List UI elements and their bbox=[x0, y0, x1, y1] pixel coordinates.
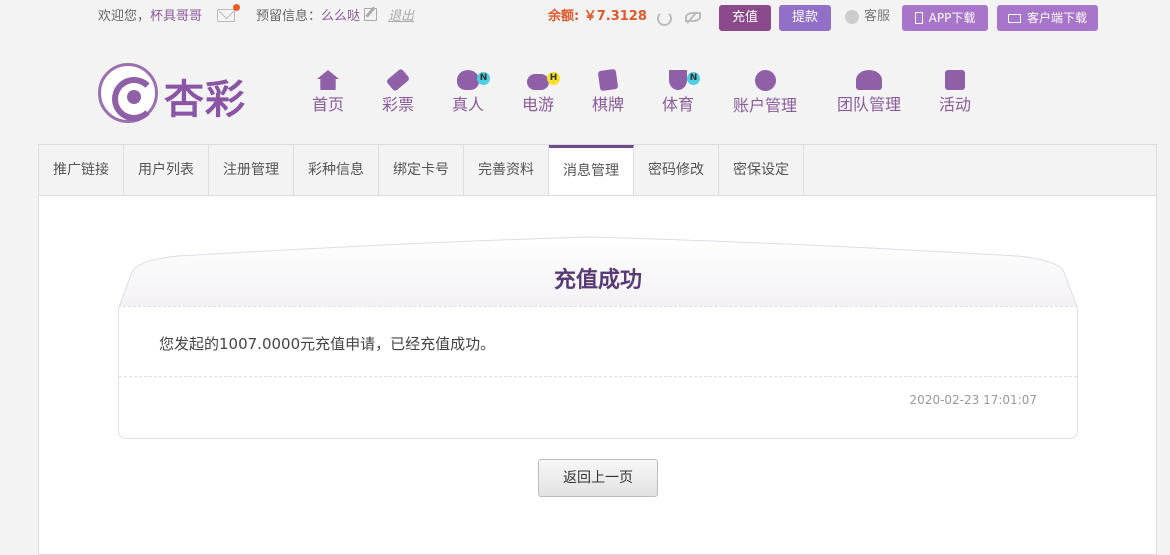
tab-security-question[interactable]: 密保设定 bbox=[719, 145, 804, 196]
nav-home[interactable]: 首页 bbox=[310, 70, 346, 115]
customer-service-icon bbox=[845, 10, 859, 24]
customer-service-link[interactable]: 客服 bbox=[864, 7, 890, 27]
desktop-icon bbox=[1007, 14, 1021, 23]
nav-chess[interactable]: 棋牌 bbox=[590, 68, 626, 115]
live-dealer-icon bbox=[457, 70, 479, 90]
site-logo[interactable]: 杏彩 bbox=[98, 63, 258, 125]
balance: 余额: ￥7.3128 bbox=[548, 9, 647, 24]
trophy-icon bbox=[669, 70, 687, 90]
message-card: 充值成功 您发起的1007.0000元充值申请，已经充值成功。 2020-02-… bbox=[118, 236, 1078, 439]
home-icon bbox=[317, 70, 339, 90]
yen-coin-icon bbox=[754, 70, 776, 91]
cards-icon bbox=[597, 68, 619, 92]
message-title: 充值成功 bbox=[553, 268, 642, 293]
reserved-info: 预留信息：么么哒 bbox=[256, 9, 361, 24]
new-badge: N bbox=[477, 72, 490, 85]
welcome-text: 欢迎您，杯具哥哥 bbox=[98, 9, 203, 24]
new-badge: N bbox=[687, 72, 700, 85]
logo-text: 杏彩 bbox=[164, 76, 246, 123]
logout-link[interactable]: 退出 bbox=[388, 7, 414, 27]
unread-dot bbox=[233, 4, 240, 11]
tab-promo-link[interactable]: 推广链接 bbox=[39, 145, 124, 196]
team-icon bbox=[856, 70, 882, 90]
nav-team[interactable]: 团队管理 bbox=[834, 70, 904, 115]
tab-password[interactable]: 密码修改 bbox=[634, 145, 719, 196]
app-download-button[interactable]: APP下载 bbox=[902, 5, 988, 31]
refresh-icon[interactable] bbox=[657, 11, 672, 26]
client-download-button[interactable]: 客户端下载 bbox=[997, 5, 1098, 31]
tab-messages[interactable]: 消息管理 bbox=[549, 145, 634, 197]
logo-emblem bbox=[98, 63, 158, 123]
phone-icon bbox=[914, 12, 923, 24]
divider bbox=[119, 376, 1077, 377]
recharge-button[interactable]: 充值 bbox=[719, 5, 771, 31]
tab-profile[interactable]: 完善资料 bbox=[464, 145, 549, 196]
message-timestamp: 2020-02-23 17:01:07 bbox=[909, 393, 1037, 407]
reserved-value: 么么哒 bbox=[321, 9, 361, 24]
message-body: 您发起的1007.0000元充值申请，已经充值成功。 2020-02-23 17… bbox=[118, 306, 1078, 439]
mail-icon[interactable] bbox=[217, 9, 235, 22]
account-tab-bar: 推广链接 用户列表 注册管理 彩种信息 绑定卡号 完善资料 消息管理 密码修改 … bbox=[38, 144, 1157, 197]
lottery-ticket-icon bbox=[385, 68, 411, 92]
hide-balance-icon[interactable] bbox=[685, 12, 701, 22]
back-button[interactable]: 返回上一页 bbox=[538, 459, 658, 497]
balance-value: ￥7.3128 bbox=[583, 9, 647, 24]
tab-registration[interactable]: 注册管理 bbox=[209, 145, 294, 196]
withdraw-button[interactable]: 提款 bbox=[779, 5, 831, 31]
nav-lottery[interactable]: 彩票 bbox=[380, 68, 416, 115]
hot-badge: H bbox=[547, 72, 560, 85]
nav-promotions[interactable]: 活动 bbox=[937, 70, 973, 115]
tab-lottery-info[interactable]: 彩种信息 bbox=[294, 145, 379, 196]
tab-bind-card[interactable]: 绑定卡号 bbox=[379, 145, 464, 196]
gift-icon bbox=[945, 70, 965, 90]
gamepad-icon bbox=[527, 74, 549, 90]
top-bar: 欢迎您，杯具哥哥 预留信息：么么哒 退出 余额: ￥7.3128 充值 提款 客… bbox=[0, 0, 1170, 36]
username-link[interactable]: 杯具哥哥 bbox=[150, 9, 202, 24]
message-text: 您发起的1007.0000元充值申请，已经充值成功。 bbox=[159, 335, 496, 353]
nav-account[interactable]: 账户管理 bbox=[730, 70, 800, 116]
tab-user-list[interactable]: 用户列表 bbox=[124, 145, 209, 196]
envelope-header: 充值成功 bbox=[118, 236, 1078, 308]
edit-icon[interactable] bbox=[364, 8, 377, 21]
